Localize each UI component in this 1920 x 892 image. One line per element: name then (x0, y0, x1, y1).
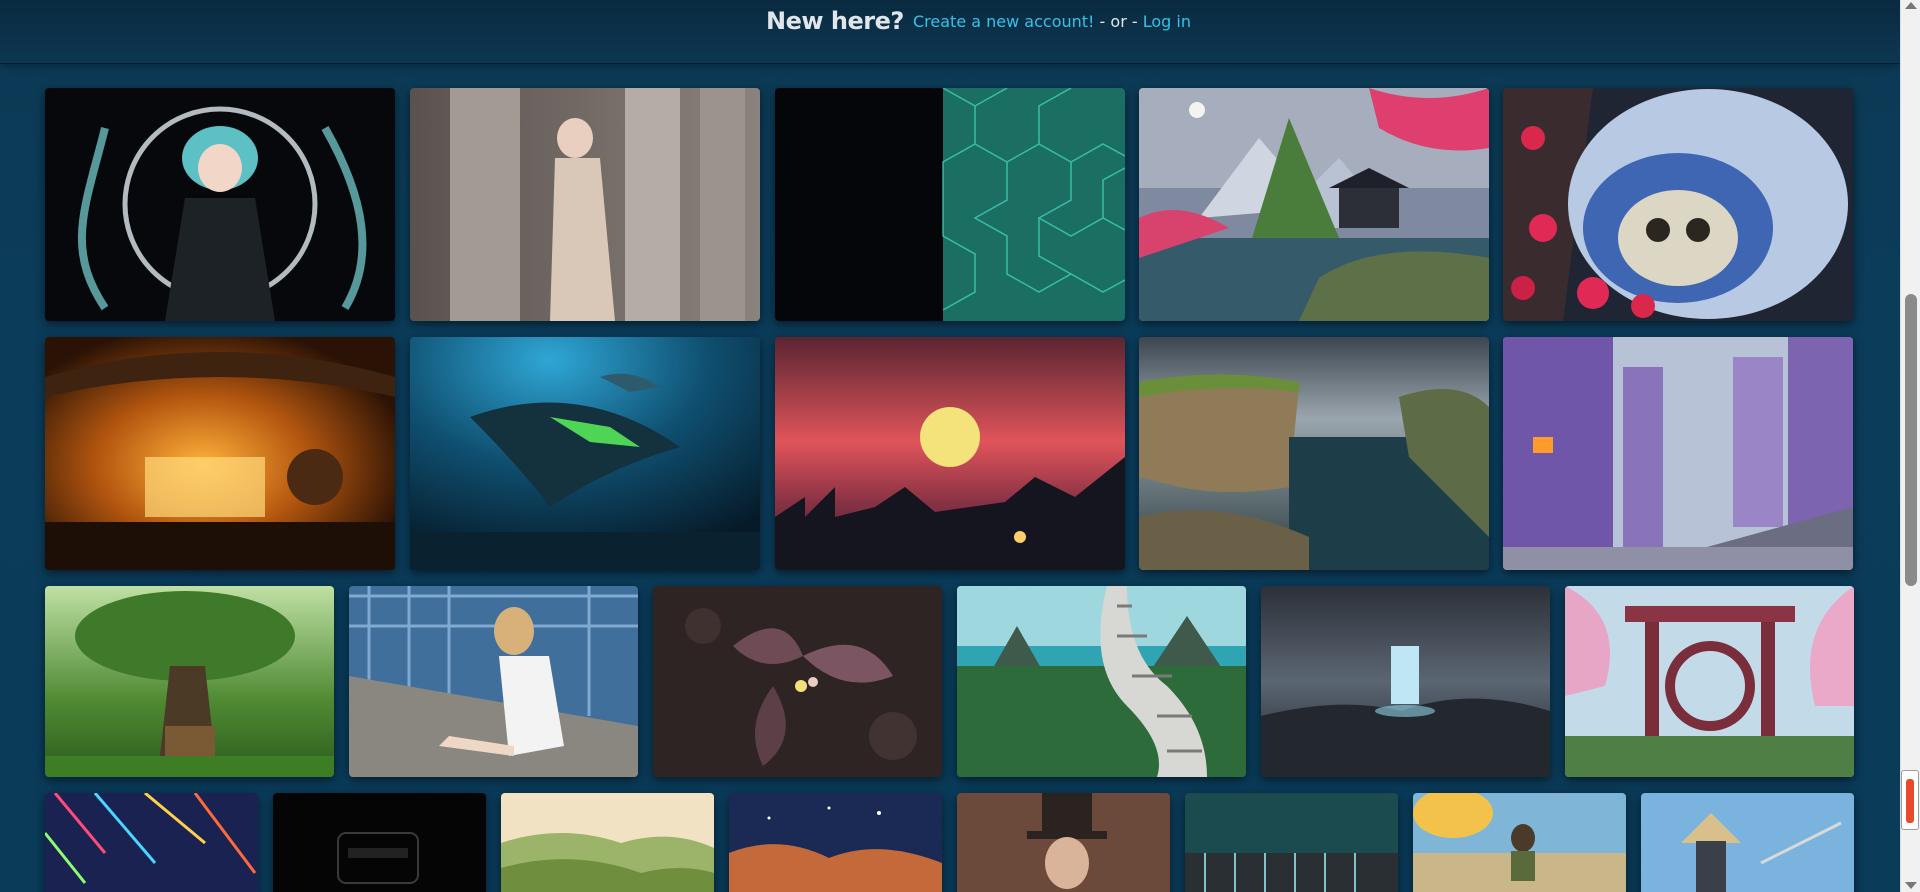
dark-car-image (273, 793, 486, 892)
wallpaper-thumb[interactable] (501, 793, 714, 892)
wallpaper-thumb[interactable] (957, 586, 1246, 777)
wallpaper-thumb[interactable] (45, 793, 258, 892)
wallpaper-thumb[interactable] (653, 586, 942, 777)
wallpaper-thumb[interactable] (1413, 793, 1626, 892)
rolling-hills-image (501, 793, 714, 892)
wallpaper-thumb[interactable] (45, 586, 334, 777)
samurai-image (1641, 793, 1854, 892)
nebula-image (729, 793, 942, 892)
top-bar: New here? Create a new account! - or - L… (0, 0, 1900, 64)
side-widget[interactable] (1901, 770, 1919, 830)
wallpaper-thumb[interactable] (1503, 88, 1853, 321)
leaves-macro-image (653, 586, 942, 777)
wallpaper-thumb[interactable] (349, 586, 638, 777)
sunset-city-image (775, 337, 1125, 570)
scroll-down-arrow-icon[interactable] (1905, 882, 1917, 889)
shark-image (410, 337, 760, 570)
wallpaper-thumb[interactable] (1503, 337, 1853, 570)
wallpaper-thumb[interactable] (729, 793, 942, 892)
portal-door-image (1261, 586, 1550, 777)
pixel-temple-image (1139, 88, 1489, 321)
wallpaper-thumb[interactable] (410, 88, 760, 321)
wallpaper-thumb[interactable] (1139, 88, 1489, 321)
login-link[interactable]: Log in (1143, 12, 1191, 31)
wallpaper-thumb[interactable] (1139, 337, 1489, 570)
pillar-woman-image (410, 88, 760, 321)
tree-house-image (45, 586, 334, 777)
new-here-heading: New here? (766, 7, 904, 35)
astronaut-skull-image (1503, 88, 1853, 321)
bridge-woman-image (349, 586, 638, 777)
wallpaper-thumb[interactable] (1261, 586, 1550, 777)
sitting-girl-image (1413, 793, 1626, 892)
wallpaper-thumb[interactable] (273, 793, 486, 892)
wallpaper-thumb[interactable] (1641, 793, 1854, 892)
wallpaper-thumb[interactable] (1185, 793, 1398, 892)
anime-girl-image (45, 88, 395, 321)
cliffs-ocean-image (1139, 337, 1489, 570)
torii-gate-image (1565, 586, 1854, 777)
witch-hat-image (957, 793, 1170, 892)
side-widget-indicator (1906, 779, 1914, 823)
scroll-thumb[interactable] (1905, 294, 1917, 586)
wallpaper-thumb[interactable] (45, 337, 395, 570)
or-separator: - or - (1094, 12, 1143, 31)
create-account-link[interactable]: Create a new account! (913, 12, 1094, 31)
forge-workshop-image (45, 337, 395, 570)
hex-pattern-image (775, 88, 1125, 321)
wallpaper-thumb[interactable] (1565, 586, 1854, 777)
city-street-image (1503, 337, 1853, 570)
wallpaper-thumb[interactable] (957, 793, 1170, 892)
scroll-up-arrow-icon[interactable] (1905, 2, 1917, 9)
page-scrollbar[interactable] (1900, 0, 1920, 892)
piano-image (1185, 793, 1398, 892)
wallpaper-thumb[interactable] (45, 88, 395, 321)
wallpaper-thumb[interactable] (775, 88, 1125, 321)
meteor-shower-image (45, 793, 258, 892)
wallpaper-thumb[interactable] (775, 337, 1125, 570)
wallpaper-thumb[interactable] (410, 337, 760, 570)
auth-links: Create a new account! - or - Log in (913, 12, 1191, 31)
keyboard-road-image (957, 586, 1246, 777)
